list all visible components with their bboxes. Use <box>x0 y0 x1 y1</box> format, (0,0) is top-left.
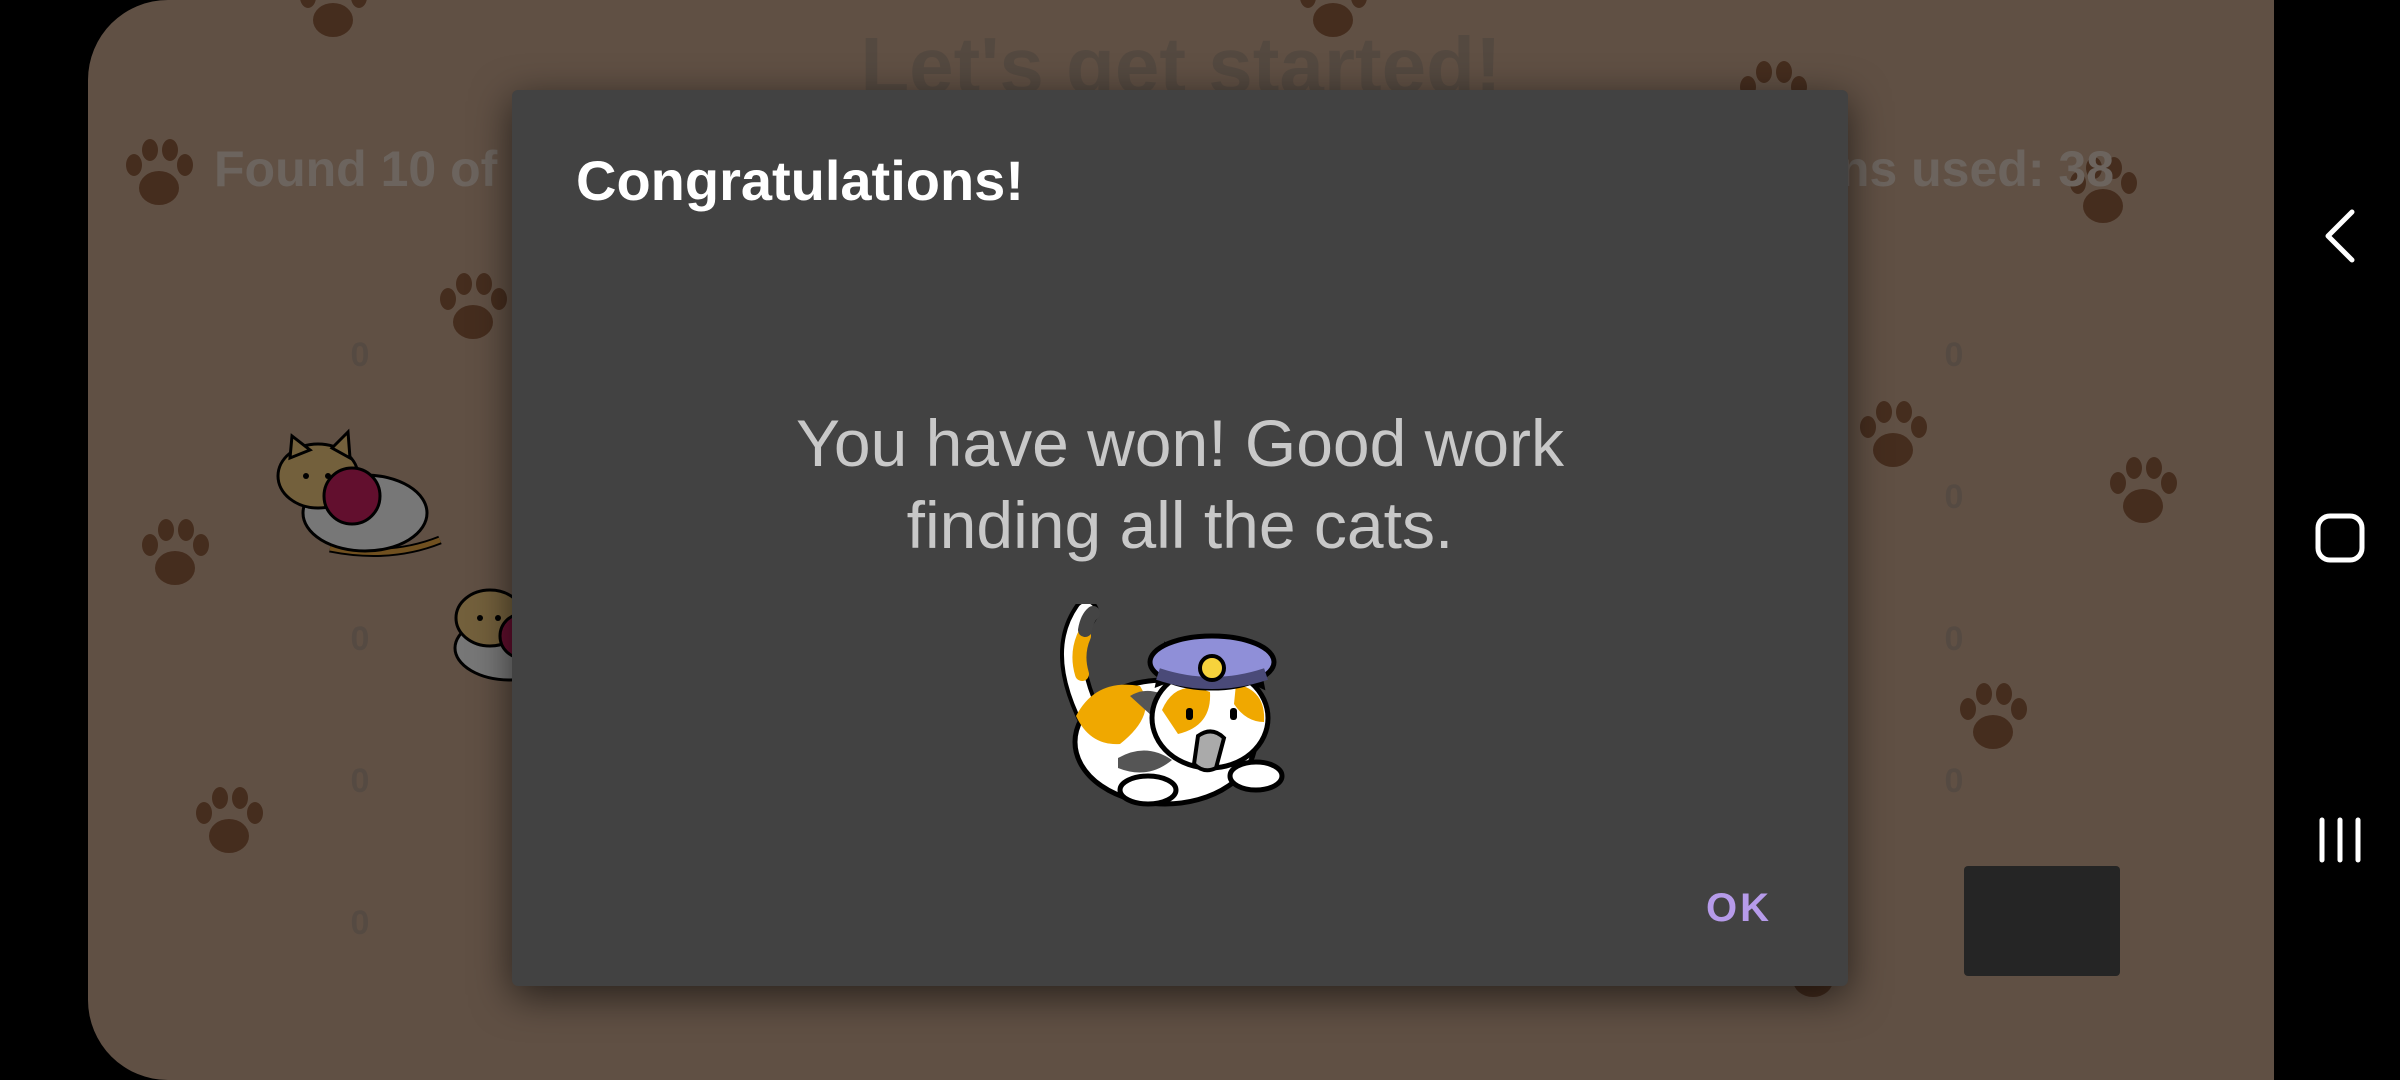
dialog-message: You have won! Good work finding all the … <box>795 406 1565 562</box>
congratulations-dialog: Congratulations! You have won! Good work… <box>512 90 1848 986</box>
recents-icon[interactable] <box>2300 800 2380 880</box>
home-icon[interactable] <box>2300 498 2380 578</box>
dialog-title: Congratulations! <box>576 149 1024 212</box>
calico-cat-with-hat-icon <box>1060 604 1285 807</box>
ok-button[interactable]: OK <box>1694 878 1784 939</box>
back-icon[interactable] <box>2300 196 2380 276</box>
